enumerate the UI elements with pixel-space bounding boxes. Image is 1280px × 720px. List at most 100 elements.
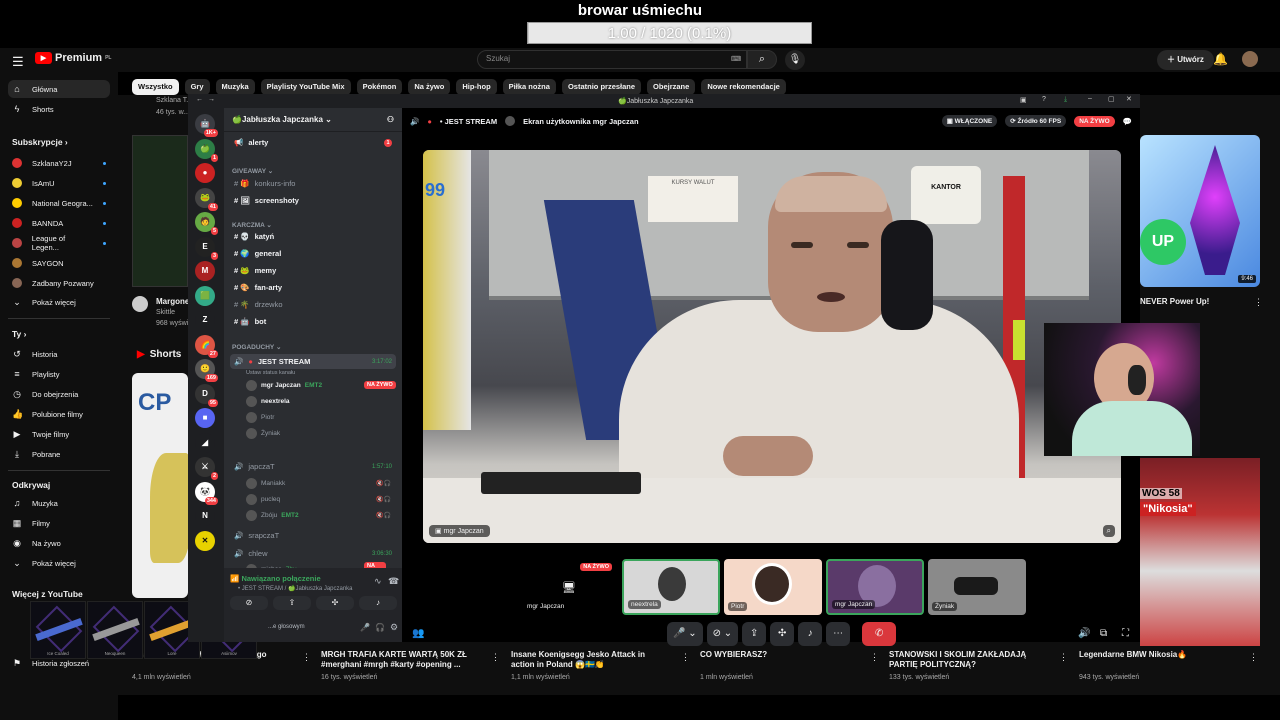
server-icon[interactable]: ✕ (195, 530, 215, 551)
voice-user[interactable]: pucleq 🔇🎧 (246, 492, 396, 506)
channel-bot[interactable]: # 🤖 bot (230, 314, 396, 329)
minimize-icon[interactable]: – (1088, 95, 1092, 102)
server-icon[interactable]: 🐼 344 (195, 481, 218, 505)
sidebar-item-my-videos[interactable]: ▶ Twoje filmy (8, 425, 110, 443)
chip[interactable]: Obejrzane (647, 79, 696, 95)
connection-status[interactable]: 📶 Nawiązano połączenie (230, 574, 321, 583)
server-icon[interactable]: 🐸 41 (195, 187, 218, 211)
voice-user[interactable]: neextrela (246, 394, 396, 408)
more-options-icon[interactable]: ⋮ (1059, 652, 1068, 663)
back-icon[interactable]: ← (196, 96, 203, 103)
sidebar-item-subscription[interactable]: SzklanaY2J (8, 154, 110, 172)
sidebar-item-subscription[interactable]: National Geogra... (8, 194, 110, 212)
server-icon[interactable]: N (195, 506, 215, 526)
short-thumbnail[interactable]: WOS 58 "Nikosia" (1140, 458, 1260, 646)
server-icon[interactable]: 🍏 1 (195, 138, 218, 162)
channel-general[interactable]: # 🌍 general (230, 246, 396, 261)
participant-tile[interactable]: mgr Japczan (826, 559, 924, 615)
server-icon[interactable]: D 95 (195, 383, 218, 407)
channel-fan-arty[interactable]: # 🎨 fan-arty (230, 280, 396, 295)
server-icon[interactable]: E3 (195, 236, 218, 260)
participant-tile[interactable]: Żyniak (928, 559, 1026, 615)
channel-avatar[interactable] (132, 296, 148, 312)
voice-search-button[interactable]: 🎙 (785, 50, 805, 70)
sidebar-item-subscription[interactable]: BANNDA (8, 214, 110, 232)
subscriptions-header[interactable]: Subskrypcje › (12, 137, 68, 147)
server-icon[interactable]: 🤖 1K+ (195, 114, 218, 137)
video-title[interactable]: MRGH TRAFIA KARTE WARTĄ 50K ZŁ #merghani… (321, 650, 471, 671)
voice-user[interactable]: Maniakk 🔇🎧 (246, 476, 396, 490)
knife-thumbnail[interactable]: Neoqueen (87, 601, 143, 659)
sidebar-item-explore[interactable]: ▦ Filmy (8, 514, 110, 532)
voice-channel-chlew[interactable]: 🔊 chlew 3:06:30 (230, 546, 396, 561)
connection-channel[interactable]: • JEST STREAM / 🍏Jabłuszka Japczanka (238, 585, 353, 592)
sidebar-item-history[interactable]: ↺ Historia (8, 345, 110, 363)
voice-user[interactable]: Piotr (246, 410, 396, 424)
search-input[interactable]: Szukaj (477, 50, 747, 69)
channel-konkurs-info[interactable]: # 🎁 konkurs-info (230, 176, 396, 191)
sidebar-item-download[interactable]: ⤓ Pobrane (8, 445, 110, 463)
server-icon[interactable]: ◢ (195, 432, 215, 453)
short-thumbnail[interactable]: CP (132, 373, 188, 598)
settings-gear-icon[interactable]: ⚙ (390, 622, 398, 633)
server-icon[interactable]: 🟩 (195, 285, 215, 306)
sidebar-item-subscription[interactable]: IsAmU (8, 174, 110, 192)
sidebar-item-subscription[interactable]: League of Legen... (8, 234, 110, 252)
popout-icon[interactable]: ⧉ (1100, 628, 1107, 639)
chip[interactable]: Nowe rekomendacje (701, 79, 786, 95)
people-icon[interactable]: 👥 (412, 628, 424, 639)
channel-screenshoty[interactable]: # 🖼 screenshoty (230, 193, 396, 208)
chip[interactable]: Piłka nożna (502, 79, 556, 95)
avatar[interactable] (1242, 51, 1258, 67)
video-channel[interactable]: Skittle (156, 309, 175, 316)
soundboard-button[interactable]: ♪ (798, 622, 823, 646)
chip[interactable]: Playlisty YouTube Mix (260, 79, 351, 95)
inbox-icon[interactable]: ▣ (1020, 96, 1027, 104)
server-icon[interactable]: 🙂 169 (195, 359, 218, 382)
chat-icon[interactable]: 💬 (1123, 117, 1132, 126)
channel-memy[interactable]: # 🐸 memy (230, 263, 396, 278)
sidebar-item-shorts[interactable]: ϟ Shorts (8, 100, 110, 118)
status-on-pill[interactable]: ▣ WŁĄCZONE (941, 115, 998, 127)
server-icon[interactable]: 🌈 27 (195, 334, 218, 358)
disconnect-icon[interactable]: ☎ (388, 576, 399, 587)
activities-button[interactable]: ✣ (316, 596, 354, 610)
maximize-icon[interactable]: ▢ (1108, 95, 1115, 103)
menu-icon[interactable]: ☰ (12, 54, 24, 70)
voice-user[interactable]: mgr Japczan EMT2 NA ŻYWO (246, 378, 396, 392)
chip[interactable]: Gry (184, 79, 210, 95)
source-pill[interactable]: ⟳ Źródło 60 FPS (1005, 115, 1067, 127)
chip[interactable]: Wszystko (132, 79, 179, 95)
sidebar-item-explore[interactable]: ◉ Na żywo (8, 534, 110, 552)
server-icon[interactable]: ● (195, 163, 215, 183)
sidebar-item-playlist[interactable]: ≡ Playlisty (8, 365, 110, 383)
camera-button[interactable]: ⊘ ⌄ (706, 622, 739, 646)
video-title[interactable]: STANOWSKI I SKOLIM ZAKŁADAJĄ PARTIĘ POLI… (889, 650, 1039, 671)
server-icon[interactable]: Z (195, 310, 215, 330)
mic-button[interactable]: 🎤 ⌄ (667, 622, 703, 646)
you-header[interactable]: Ty › (12, 329, 27, 339)
participant-tile[interactable]: Piotr (724, 559, 822, 615)
chip[interactable]: Ostatnio przesłane (561, 79, 642, 95)
participant-tile[interactable]: neextrela (622, 559, 720, 615)
sidebar-item-explore[interactable]: ⌄ Pokaż więcej (8, 554, 110, 572)
more-options-icon[interactable]: ⋮ (491, 652, 500, 663)
more-options-icon[interactable]: ⋮ (870, 652, 879, 663)
video-title[interactable]: Insane Koenigsegg Jesko Attack in action… (511, 650, 661, 671)
sidebar-item-watch-later[interactable]: ◷ Do obejrzenia (8, 385, 110, 403)
participant-tile[interactable]: NA ŻYWO 🖥 mgr Japczan (520, 559, 618, 615)
knife-thumbnail[interactable]: Ice Coaled (30, 601, 86, 659)
mic-icon[interactable]: 🎤 (360, 623, 370, 632)
guild-header[interactable]: 🍏Jabłuszka Japczanka ⌄ ⚇ (224, 108, 402, 132)
search-button[interactable]: ⌕ (747, 50, 777, 69)
video-title[interactable]: Legendarne BMW Nikosia🔥 (1079, 650, 1229, 671)
voice-channel-jest-stream[interactable]: 🔊 ● JEST STREAM 3:17:02 (230, 354, 396, 369)
fullscreen-icon[interactable]: ⛶ (1122, 628, 1129, 639)
bell-icon[interactable]: 🔔 (1213, 52, 1228, 66)
headphones-icon[interactable]: 🎧 (375, 623, 385, 632)
youtube-logo[interactable]: ▶ Premium PL (35, 52, 111, 64)
category-giveaway[interactable]: GIVEAWAY ⌄ (232, 167, 273, 175)
screen-share-stream[interactable]: 99 600 KURSY WALUT KANTOR ▣ mgr Japczan … (423, 150, 1121, 543)
voice-user[interactable]: Żyniak (246, 426, 396, 440)
category-pogaduchy[interactable]: POGADUCHY ⌄ (232, 343, 281, 351)
